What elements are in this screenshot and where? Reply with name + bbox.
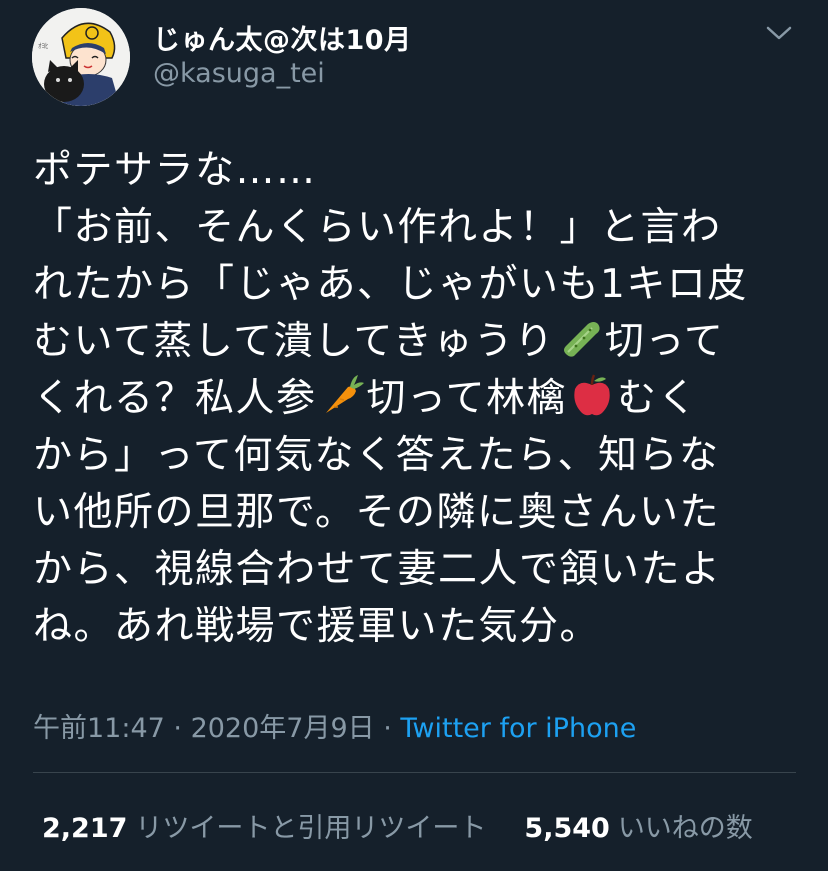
separator: · [164,713,191,744]
tweet-line-part: くれる？私人参 [33,376,317,421]
tweet-line: むいて蒸して潰してきゅうり 切って [33,313,803,370]
tweet-time[interactable]: 午前11:47 [33,713,165,744]
tweet-date[interactable]: 2020年7月9日 [191,713,375,744]
avatar-illustration: ｵﾖﾋ [32,8,130,106]
tweet-source-link[interactable]: Twitter for iPhone [400,713,636,744]
tweet-line: くれる？私人参 切って林檎 むく [33,370,803,427]
tweet-detail: ｵﾖﾋ じゅん太@次は10月 @kasuga_tei ポテサラな…… 「お前、そ… [0,0,828,871]
likes-count: 5,540 [524,813,610,844]
tweet-line-part: 切って林檎 [366,376,568,421]
tweet-line-part: 切って [604,319,725,364]
more-options-chevron-down-icon[interactable] [764,20,794,44]
retweets-stat[interactable]: 2,217 リツイートと引用リツイート [42,806,486,845]
tweet-stats: 2,217 リツイートと引用リツイート 5,540 いいねの数 [42,806,753,845]
tweet-line: から、視線合わせて妻二人で頷いたよ [33,547,722,592]
carrot-emoji-icon [325,375,364,413]
tweet-line: ね。あれ戦場で援軍いた気分。 [33,604,601,649]
tweet-line: 「お前、そんくらい作れよ！」と言わ [33,205,722,250]
avatar[interactable]: ｵﾖﾋ [32,8,130,106]
retweets-label: リツイートと引用リツイート [135,813,487,844]
likes-label: いいねの数 [617,813,753,844]
tweet-text: ポテサラな…… 「お前、そんくらい作れよ！」と言わ れたから「じゃあ、じゃがいも… [33,142,803,655]
user-handle[interactable]: @kasuga_tei [153,58,325,89]
tweet-line-part: むく [617,376,699,421]
separator: · [374,713,401,744]
divider [33,772,796,773]
tweet-line: れたから「じゃあ、じゃがいも1キロ皮 [33,262,748,307]
cucumber-emoji-icon [563,322,600,357]
svg-text:ｵﾖﾋ: ｵﾖﾋ [38,42,49,50]
apple-emoji-icon [574,374,610,416]
display-name[interactable]: じゅん太@次は10月 [153,18,412,57]
tweet-metadata: 午前11:47 · 2020年7月9日 · Twitter for iPhone [33,706,636,745]
retweets-count: 2,217 [42,813,128,844]
likes-stat[interactable]: 5,540 いいねの数 [524,806,752,845]
tweet-line: から」って何気なく答えたら、知らな [33,433,720,478]
tweet-line: ポテサラな…… [33,148,317,193]
tweet-line-part: むいて蒸して潰してきゅうり [33,319,555,364]
tweet-line: い他所の旦那で。その隣に奥さんいた [33,490,720,535]
